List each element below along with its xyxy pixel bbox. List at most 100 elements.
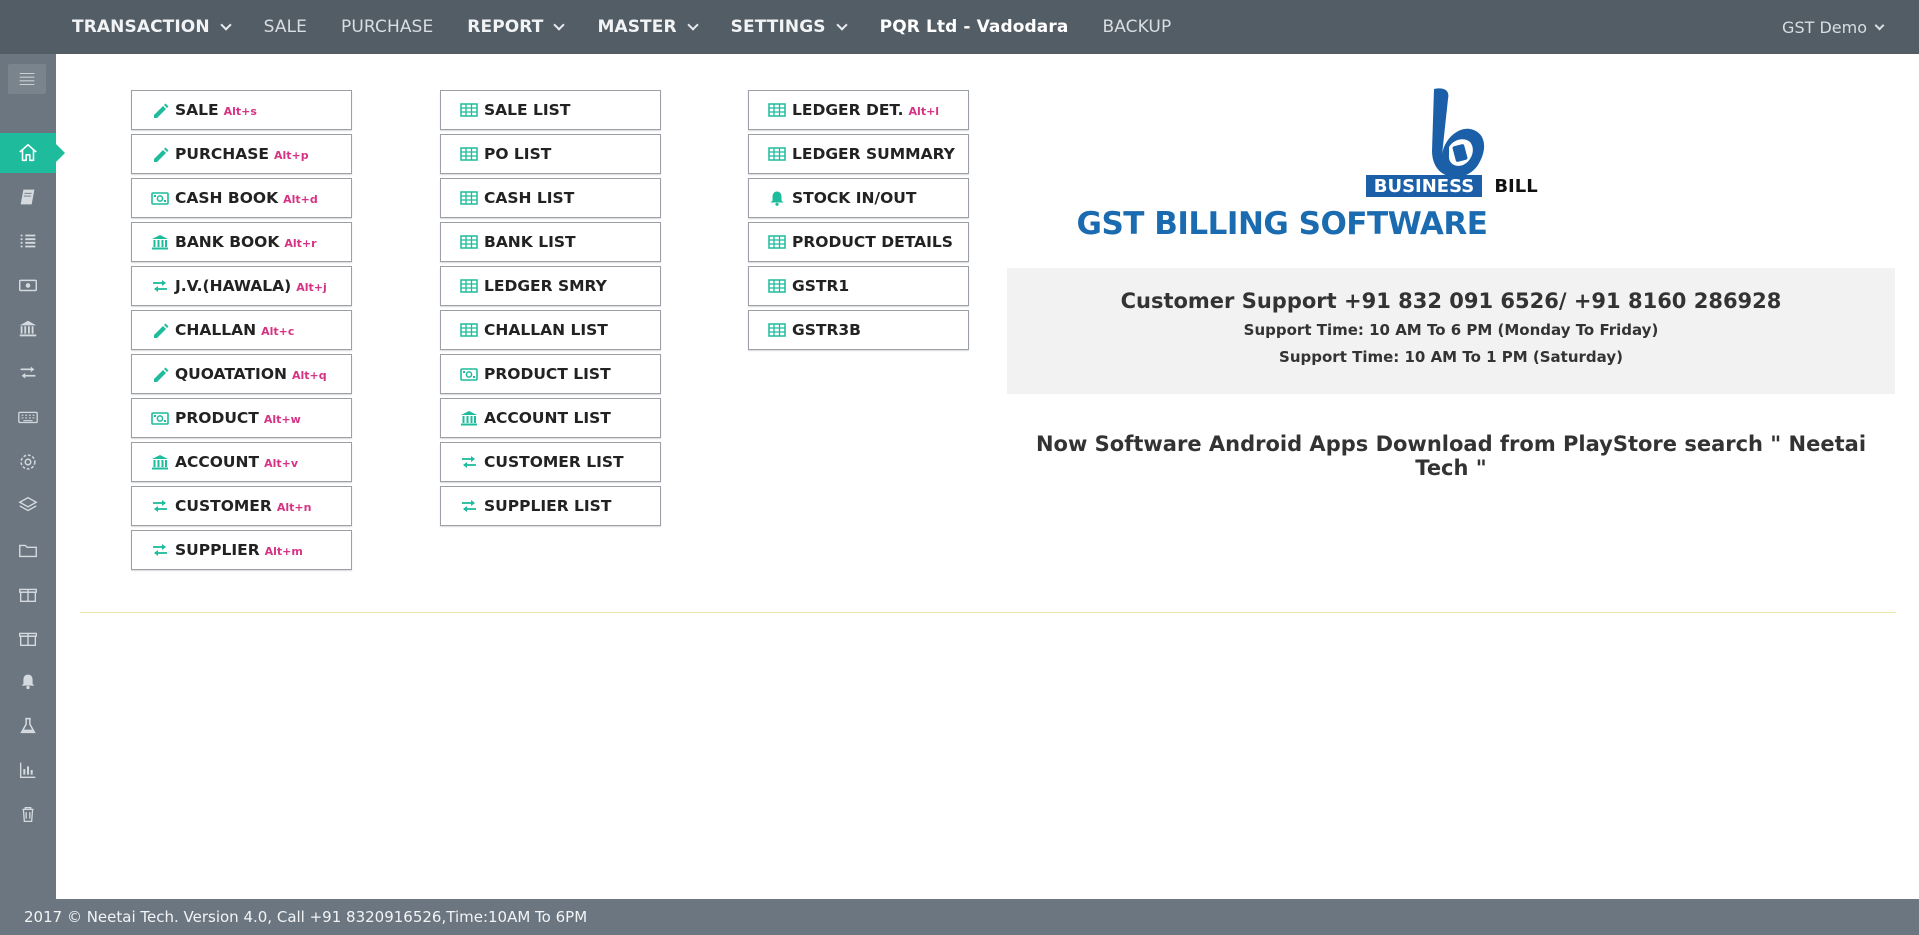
sidebar-keyboard-button[interactable]	[0, 397, 56, 437]
button-label: SALE LIST	[484, 101, 571, 119]
sidebar-gear-button[interactable]	[0, 442, 56, 482]
purchase-button[interactable]: PURCHASE Alt+p	[131, 134, 352, 174]
ledger-smry-button[interactable]: LEDGER SMRY	[440, 266, 661, 306]
button-label: CASH LIST	[484, 189, 575, 207]
j-v-hawala-button[interactable]: J.V.(HAWALA) Alt+j	[131, 266, 352, 306]
nav-item-sale[interactable]: SALE	[264, 17, 307, 37]
sidebar-flask-button[interactable]	[0, 706, 56, 746]
shortcut-hint: Alt+c	[261, 325, 295, 338]
home-icon	[19, 143, 37, 162]
account-button[interactable]: ACCOUNT Alt+v	[131, 442, 352, 482]
button-label: CHALLAN LIST	[484, 321, 608, 339]
account-list-button[interactable]: ACCOUNT LIST	[440, 398, 661, 438]
supplier-button[interactable]: SUPPLIER Alt+m	[131, 530, 352, 570]
gift-icon	[19, 588, 37, 603]
button-label: PO LIST	[484, 145, 552, 163]
nav-item-label: PURCHASE	[341, 17, 434, 37]
book-icon	[20, 189, 35, 205]
shortcut-hint: Alt+j	[296, 281, 327, 294]
sale-list-button[interactable]: SALE LIST	[440, 90, 661, 130]
shortcut-hint: Alt+p	[273, 149, 309, 162]
bank-list-button[interactable]: BANK LIST	[440, 222, 661, 262]
table-icon	[768, 103, 786, 117]
layers-icon	[18, 496, 38, 512]
user-menu[interactable]: GST Demo	[1782, 0, 1885, 54]
bank-icon	[19, 320, 37, 337]
chevron-down-icon	[1874, 20, 1885, 30]
bank-icon	[152, 235, 168, 250]
support-phone: Customer Support +91 832 091 6526/ +91 8…	[1120, 289, 1782, 313]
nav-item-purchase[interactable]: PURCHASE	[341, 17, 433, 37]
table-icon	[768, 147, 786, 161]
challan-button[interactable]: CHALLAN Alt+c	[131, 310, 352, 350]
sidebar-gift-button[interactable]	[0, 574, 56, 614]
bell-icon	[21, 674, 35, 690]
quoatation-button[interactable]: QUOATATION Alt+q	[131, 354, 352, 394]
sidebar-transfer-button[interactable]	[0, 353, 56, 393]
stock-in-out-button[interactable]: STOCK IN/OUT	[748, 178, 969, 218]
exchange-icon	[153, 544, 167, 556]
product-button[interactable]: PRODUCT Alt+w	[131, 398, 352, 438]
ledger-det-button[interactable]: LEDGER DET. Alt+l	[748, 90, 969, 130]
sidebar-bank-button[interactable]	[0, 309, 56, 349]
sidebar-layers-button[interactable]	[0, 485, 56, 525]
android-app-note: Now Software Android Apps Download from …	[1035, 432, 1867, 480]
sidebar-bell-button[interactable]	[0, 662, 56, 702]
list-icon	[20, 234, 36, 248]
button-label: CHALLAN	[175, 321, 257, 339]
sidebar-cash-button[interactable]	[0, 265, 56, 305]
footer: 2017 © Neetai Tech. Version 4.0, Call +9…	[0, 899, 1919, 935]
customer-list-button[interactable]: CUSTOMER LIST	[440, 442, 661, 482]
main-content: SALE Alt+s PURCHASE Alt+p CASH BOOK Alt+d BANK…	[56, 54, 1919, 899]
button-label: SUPPLIER	[175, 541, 260, 559]
sidebar-trash-button[interactable]	[0, 794, 56, 834]
support-time-saturday: Support Time: 10 AM To 1 PM (Saturday)	[1279, 348, 1623, 366]
ledger-summary-button[interactable]: LEDGER SUMMARY	[748, 134, 969, 174]
exchange-icon	[153, 500, 167, 512]
sidebar-list-button[interactable]	[0, 221, 56, 261]
gstr3b-button[interactable]: GSTR3B	[748, 310, 969, 350]
trash-icon	[22, 806, 34, 822]
button-label: LEDGER SUMMARY	[792, 145, 955, 163]
button-label: BANK BOOK	[175, 233, 280, 251]
bank-book-button[interactable]: BANK BOOK Alt+r	[131, 222, 352, 262]
support-time-weekday: Support Time: 10 AM To 6 PM (Monday To F…	[1243, 321, 1659, 339]
report-column: LEDGER DET. Alt+l LEDGER SUMMARY STOCK IN/O…	[748, 90, 969, 354]
pencil-icon	[154, 147, 169, 162]
sidebar-home-button[interactable]	[0, 133, 65, 173]
nav-item-transaction[interactable]: TRANSACTION	[72, 17, 232, 37]
nav-item-backup[interactable]: BACKUP	[1102, 17, 1171, 37]
logo-word-business: BUSINESS	[1374, 176, 1474, 197]
nav-item-master[interactable]: MASTER	[597, 17, 699, 37]
bar-chart-icon	[19, 762, 36, 779]
list-column: SALE LIST PO LIST CASH LIST BANK LIST LEDGER…	[440, 90, 661, 530]
nav-item-pqr-ltd-vadodara[interactable]: PQR Ltd - Vadodara	[880, 17, 1069, 37]
gift-icon	[19, 632, 37, 647]
shortcut-hint: Alt+r	[284, 237, 317, 250]
button-label: PURCHASE	[175, 145, 269, 163]
nav-item-settings[interactable]: SETTINGS	[731, 17, 848, 37]
sidebar-gift-button[interactable]	[0, 618, 56, 658]
sale-button[interactable]: SALE Alt+s	[131, 90, 352, 130]
supplier-list-button[interactable]: SUPPLIER LIST	[440, 486, 661, 526]
exchange-icon	[462, 456, 476, 468]
money-icon	[151, 192, 169, 205]
sidebar-book-button[interactable]	[0, 177, 56, 217]
customer-button[interactable]: CUSTOMER Alt+n	[131, 486, 352, 526]
cash-list-button[interactable]: CASH LIST	[440, 178, 661, 218]
folder-icon	[19, 544, 37, 558]
gstr1-button[interactable]: GSTR1	[748, 266, 969, 306]
table-icon	[460, 235, 478, 249]
challan-list-button[interactable]: CHALLAN LIST	[440, 310, 661, 350]
sidebar-folder-button[interactable]	[0, 530, 56, 570]
table-icon	[768, 235, 786, 249]
sidebar-menu-button[interactable]	[8, 64, 46, 94]
button-label: BANK LIST	[484, 233, 576, 251]
nav-item-report[interactable]: REPORT	[467, 17, 566, 37]
product-details-button[interactable]: PRODUCT DETAILS	[748, 222, 969, 262]
table-icon	[768, 279, 786, 293]
po-list-button[interactable]: PO LIST	[440, 134, 661, 174]
sidebar-bar-chart-button[interactable]	[0, 750, 56, 790]
cash-book-button[interactable]: CASH BOOK Alt+d	[131, 178, 352, 218]
product-list-button[interactable]: PRODUCT LIST	[440, 354, 661, 394]
